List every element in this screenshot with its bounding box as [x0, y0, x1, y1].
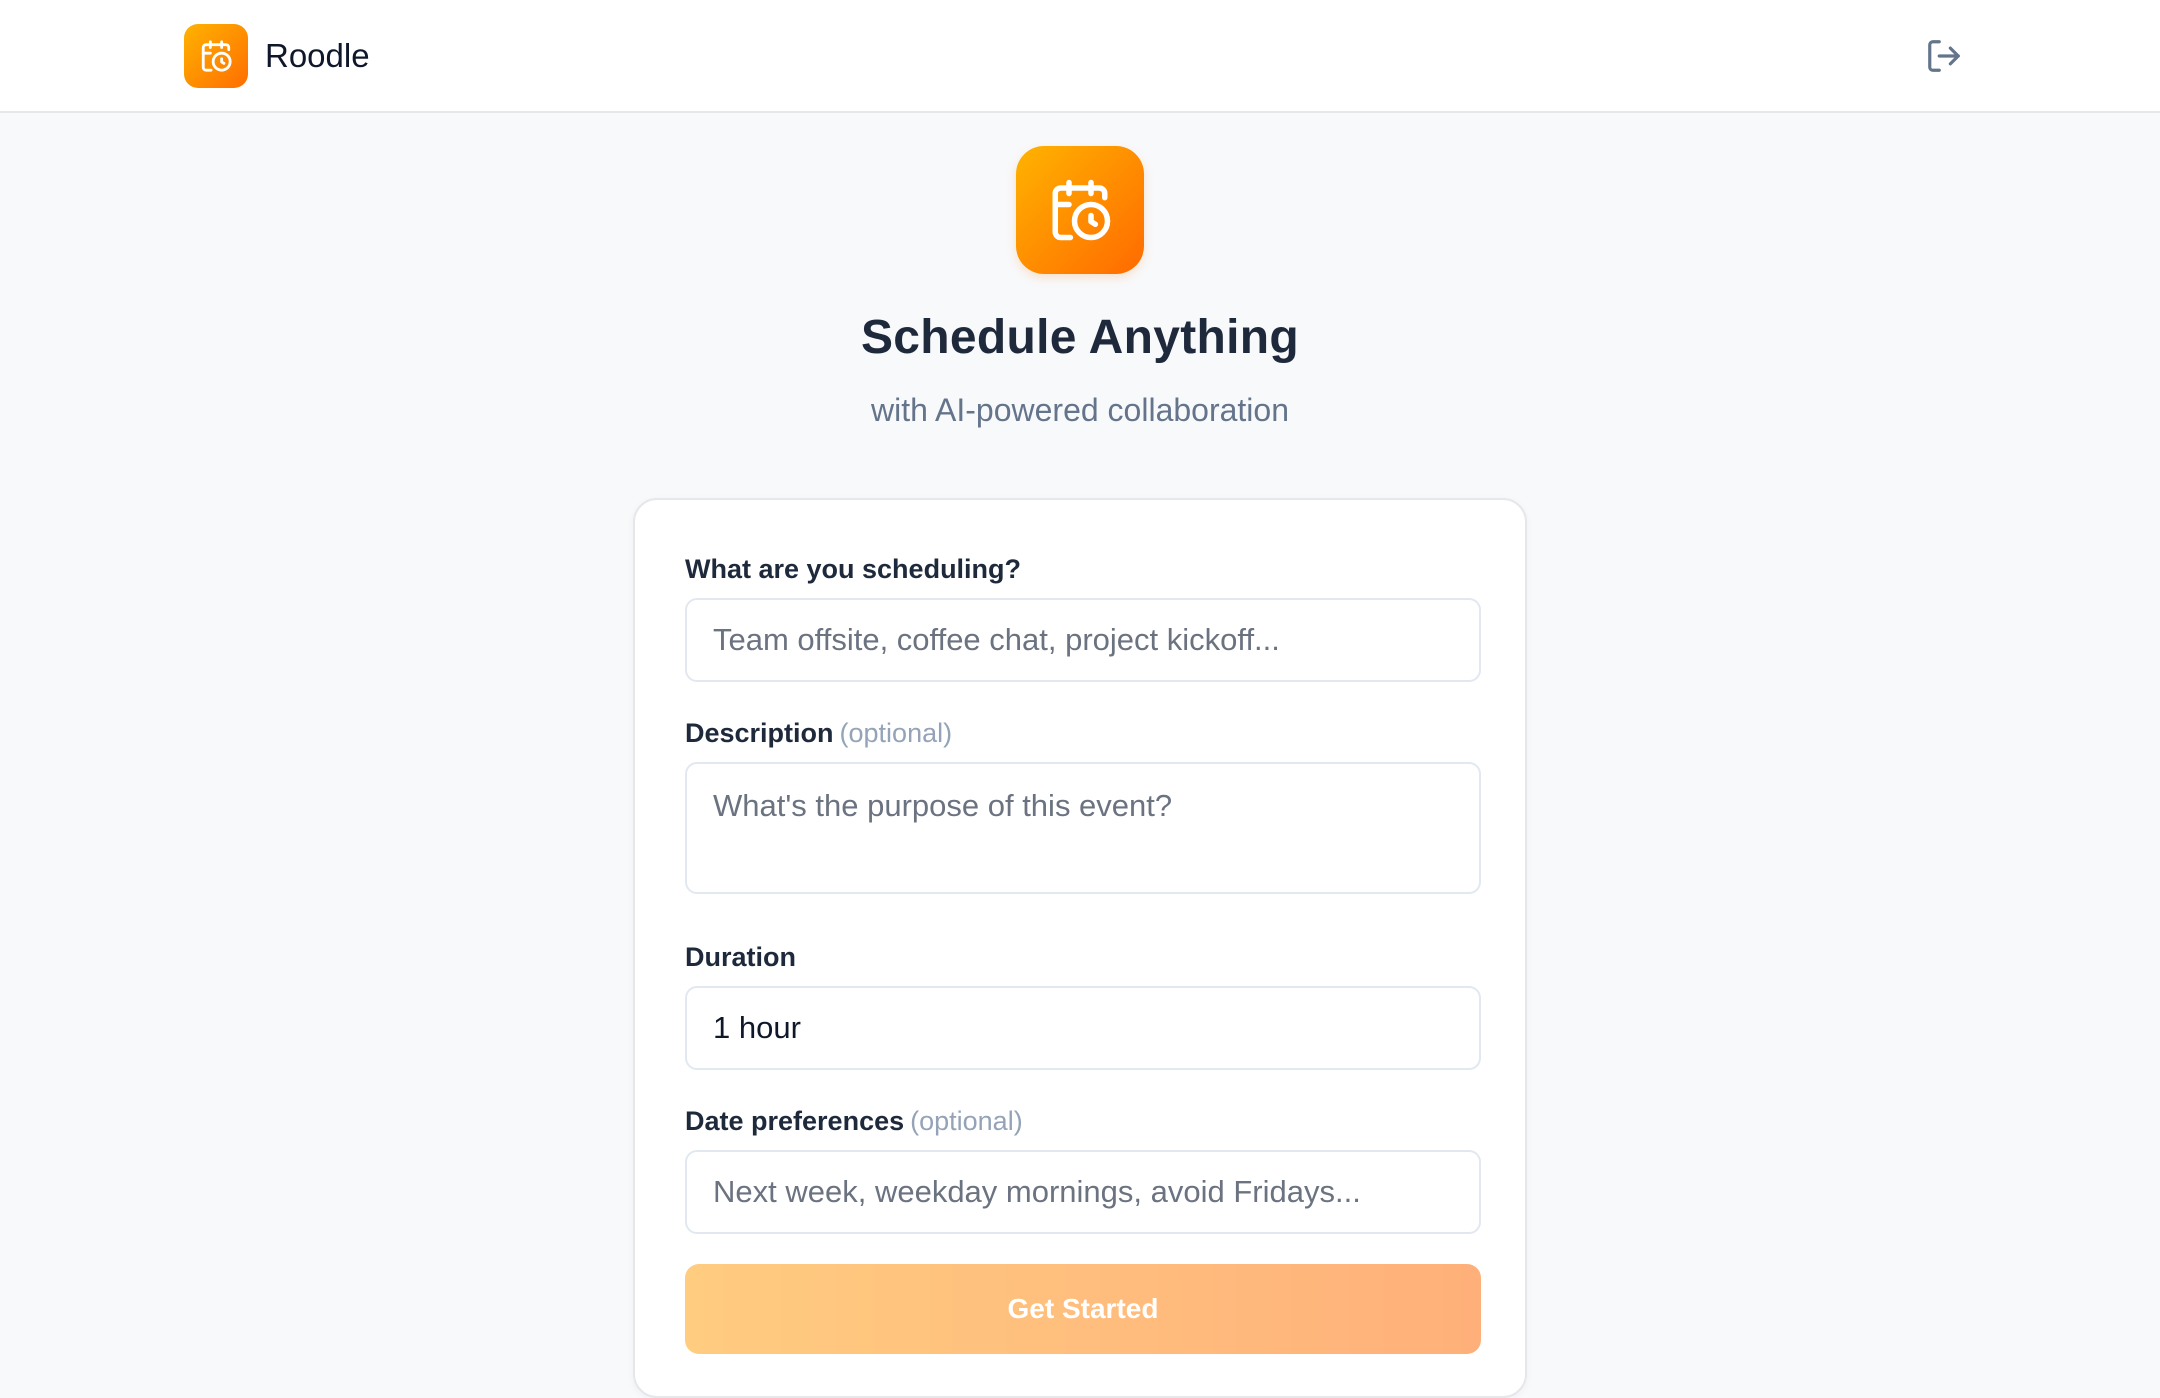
- get-started-button[interactable]: Get Started: [685, 1264, 1481, 1354]
- page-title: Schedule Anything: [860, 311, 1299, 364]
- calendar-clock-icon: [184, 24, 248, 88]
- event-title-label: What are you scheduling?: [685, 554, 1022, 584]
- schedule-form-card: What are you scheduling? Description(opt…: [633, 498, 1527, 1398]
- logout-button[interactable]: [1924, 36, 1964, 76]
- logout-icon: [1928, 40, 1960, 72]
- hero-calendar-clock-icon: [1016, 146, 1144, 274]
- optional-tag: (optional): [910, 1106, 1023, 1136]
- date-preferences-label: Date preferences (optional): [685, 1106, 1023, 1136]
- duration-value: 1 hour: [713, 1010, 801, 1045]
- page-subtitle: with AI-powered collaboration: [870, 392, 1289, 428]
- date-preferences-input[interactable]: [685, 1150, 1481, 1234]
- duration-label: Duration: [685, 942, 796, 972]
- optional-tag: (optional): [839, 718, 953, 748]
- duration-select[interactable]: 1 hour: [685, 986, 1481, 1070]
- app-name: Roodle: [265, 37, 370, 74]
- brand[interactable]: Roodle: [184, 24, 370, 88]
- event-title-input[interactable]: [685, 598, 1481, 682]
- description-textarea[interactable]: [685, 762, 1481, 894]
- description-label: Description (optional): [685, 718, 953, 748]
- top-navigation-bar: Roodle: [0, 0, 2160, 113]
